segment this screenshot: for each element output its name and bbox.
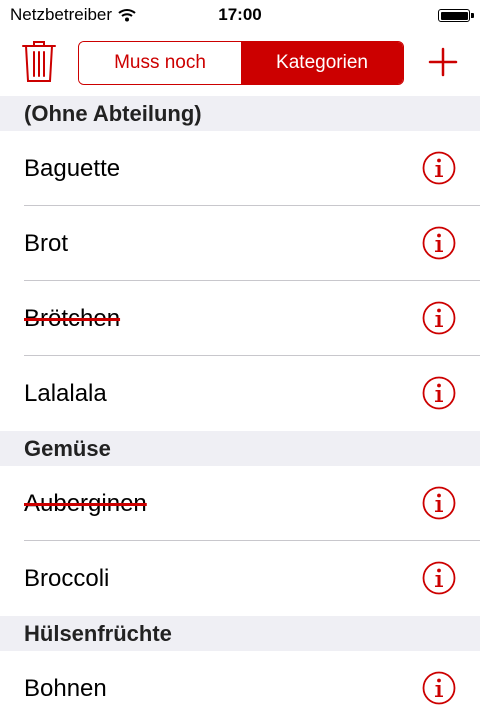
info-icon[interactable] — [422, 561, 456, 595]
list-item[interactable]: Baguette — [0, 131, 480, 206]
status-time: 17:00 — [218, 5, 262, 24]
item-name: Auberginen — [24, 489, 147, 517]
section-header: Hülsenfrüchte — [0, 616, 480, 651]
plus-icon[interactable] — [428, 47, 458, 77]
list-item[interactable]: Brötchen — [0, 281, 480, 356]
item-name: Brot — [24, 229, 69, 257]
info-icon[interactable] — [422, 226, 456, 260]
info-icon[interactable] — [422, 671, 456, 705]
section-header: Gemüse — [0, 431, 480, 466]
shopping-list: (Ohne Abteilung) Baguette Brot Brötchen … — [0, 96, 480, 726]
segment-muss-noch[interactable]: Muss noch — [79, 42, 241, 84]
item-name: Baguette — [24, 154, 121, 182]
segment-kategorien[interactable]: Kategorien — [241, 42, 403, 84]
item-name: Broccoli — [24, 564, 110, 592]
view-segmented-control: Muss noch Kategorien — [78, 41, 404, 85]
list-item[interactable]: Bohnen — [0, 651, 480, 726]
status-bar: Netzbetreiber 17:00 — [0, 0, 480, 30]
info-icon[interactable] — [422, 301, 456, 335]
section-header: (Ohne Abteilung) — [0, 96, 480, 131]
item-name: Brötchen — [24, 304, 121, 332]
item-name: Bohnen — [24, 674, 107, 702]
list-item[interactable]: Broccoli — [0, 541, 480, 616]
battery-level — [440, 11, 468, 20]
info-icon[interactable] — [422, 486, 456, 520]
info-icon[interactable] — [422, 376, 456, 410]
list-item[interactable]: Brot — [0, 206, 480, 281]
toolbar: Muss noch Kategorien — [0, 30, 480, 96]
item-name: Lalalala — [24, 379, 107, 407]
battery-icon — [438, 9, 474, 22]
list-item[interactable]: Lalalala — [0, 356, 480, 431]
trash-icon[interactable] — [22, 41, 56, 83]
info-icon[interactable] — [422, 151, 456, 185]
list-item[interactable]: Auberginen — [0, 466, 480, 541]
